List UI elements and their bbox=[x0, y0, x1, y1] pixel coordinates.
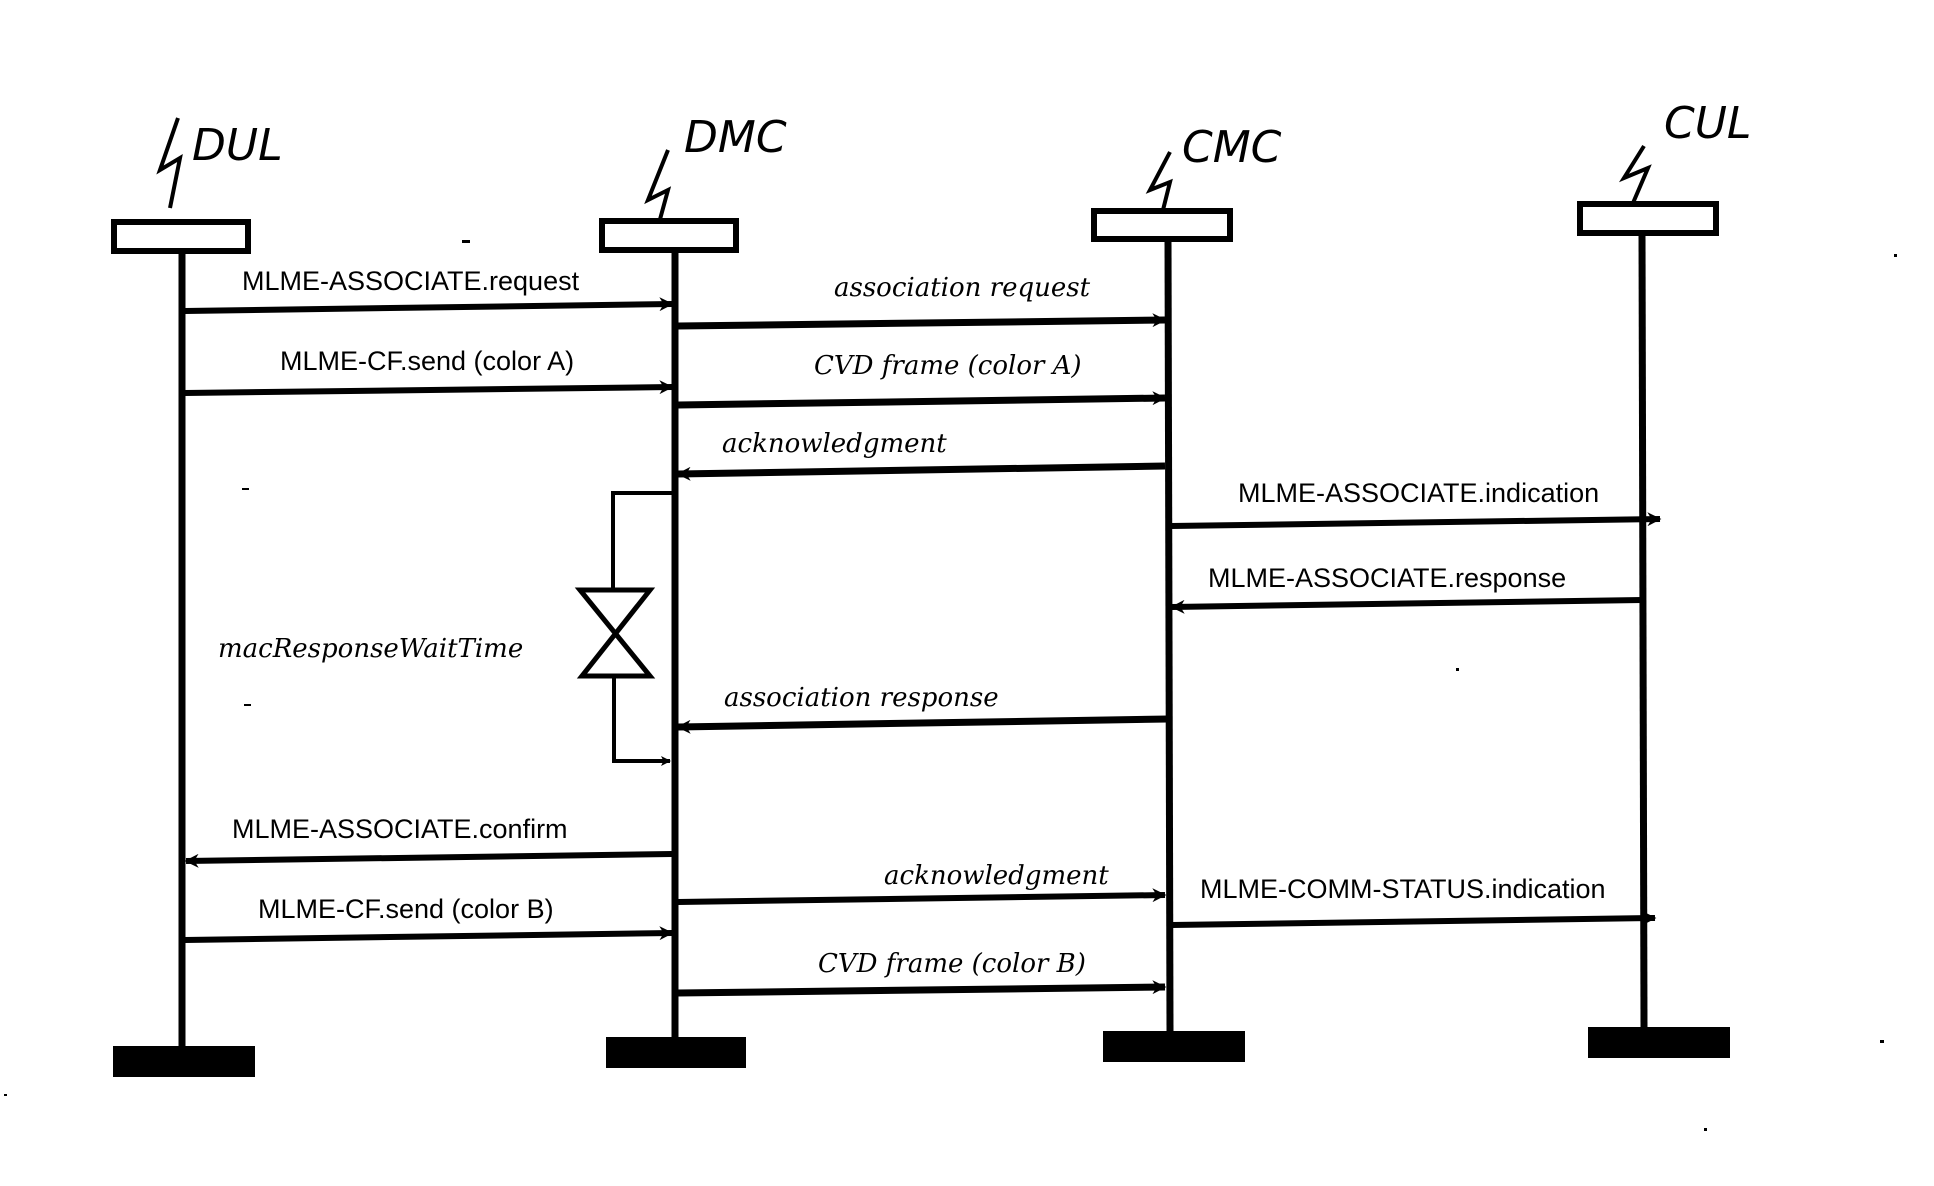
message-mlme-associate-request: MLME-ASSOCIATE.request bbox=[184, 266, 674, 314]
message-arrow bbox=[676, 715, 1169, 734]
message-label: MLME-COMM-STATUS.indication bbox=[1200, 874, 1606, 904]
message-mlme-associate-confirm: MLME-ASSOCIATE.confirm bbox=[184, 814, 673, 868]
message-label: association response bbox=[724, 683, 999, 713]
message-arrow bbox=[184, 380, 674, 396]
timer-mac-response-wait-time: macResponseWaitTime bbox=[218, 491, 672, 766]
message-arrow bbox=[677, 888, 1167, 905]
participant-label: CMC bbox=[1182, 122, 1282, 173]
message-label: MLME-ASSOCIATE.confirm bbox=[232, 814, 568, 844]
message-mlme-cf-send-color-b: MLME-CF.send (color B) bbox=[184, 894, 674, 943]
message-arrow bbox=[677, 391, 1167, 409]
participant-cul: CUL bbox=[1577, 98, 1751, 1058]
message-arrow bbox=[184, 851, 673, 868]
sequence-diagram: DUL DMC CMC CUL MLME-ASSOCIATE.request a… bbox=[4, 98, 1897, 1131]
participant-label: DMC bbox=[684, 112, 787, 163]
lifeline bbox=[1638, 232, 1648, 1028]
message-mlme-associate-indication: MLME-ASSOCIATE.indication bbox=[1170, 478, 1662, 529]
message-label: acknowledgment bbox=[884, 861, 1109, 891]
lightning-reference-icon bbox=[1618, 144, 1652, 211]
message-cvd-frame-color-a: CVD frame (color A) bbox=[677, 351, 1167, 409]
message-cvd-frame-color-b: CVD frame (color B) bbox=[677, 949, 1167, 997]
message-arrow bbox=[1171, 911, 1657, 928]
message-arrow bbox=[184, 926, 674, 943]
timer-label: macResponseWaitTime bbox=[218, 634, 523, 664]
participant-dul: DUL bbox=[111, 117, 283, 1077]
message-arrow bbox=[1170, 512, 1662, 529]
message-arrow bbox=[677, 980, 1167, 997]
message-acknowledgment-1: acknowledgment bbox=[676, 429, 1166, 481]
participant-head-box bbox=[1577, 201, 1719, 236]
message-label: MLME-ASSOCIATE.indication bbox=[1238, 478, 1599, 508]
participant-end-box bbox=[1103, 1031, 1245, 1062]
participant-end-box bbox=[113, 1046, 255, 1077]
timer-bracket-top bbox=[611, 491, 672, 590]
message-mlme-comm-status-indication: MLME-COMM-STATUS.indication bbox=[1171, 874, 1657, 928]
lifeline bbox=[1164, 238, 1174, 1032]
participant-head-box bbox=[599, 218, 739, 253]
message-mlme-associate-response: MLME-ASSOCIATE.response bbox=[1170, 563, 1643, 614]
message-association-request: association request bbox=[677, 273, 1167, 330]
message-label: CVD frame (color B) bbox=[818, 949, 1086, 979]
hourglass-icon bbox=[574, 587, 656, 679]
message-label: MLME-ASSOCIATE.response bbox=[1208, 563, 1566, 593]
message-label: association request bbox=[834, 273, 1091, 303]
message-mlme-cf-send-color-a: MLME-CF.send (color A) bbox=[184, 346, 674, 396]
participant-label: DUL bbox=[192, 120, 283, 171]
message-arrow bbox=[677, 313, 1167, 330]
message-label: acknowledgment bbox=[722, 429, 947, 459]
message-arrow bbox=[676, 462, 1166, 481]
timer-bracket-bottom bbox=[612, 676, 671, 766]
participant-label: CUL bbox=[1664, 98, 1751, 149]
participant-head-box bbox=[1091, 208, 1233, 242]
message-label: CVD frame (color A) bbox=[814, 351, 1082, 381]
message-label: MLME-ASSOCIATE.request bbox=[242, 266, 580, 296]
participant-head-box bbox=[111, 219, 251, 254]
message-label: MLME-CF.send (color B) bbox=[258, 894, 554, 924]
participant-end-box bbox=[606, 1037, 746, 1068]
message-label: MLME-CF.send (color A) bbox=[280, 346, 574, 376]
message-acknowledgment-2: acknowledgment bbox=[677, 861, 1167, 905]
message-arrow bbox=[1170, 597, 1643, 614]
message-arrow bbox=[184, 297, 674, 314]
lightning-reference-icon bbox=[156, 117, 183, 209]
participant-end-box bbox=[1588, 1027, 1730, 1058]
message-association-response: association response bbox=[676, 683, 1169, 734]
